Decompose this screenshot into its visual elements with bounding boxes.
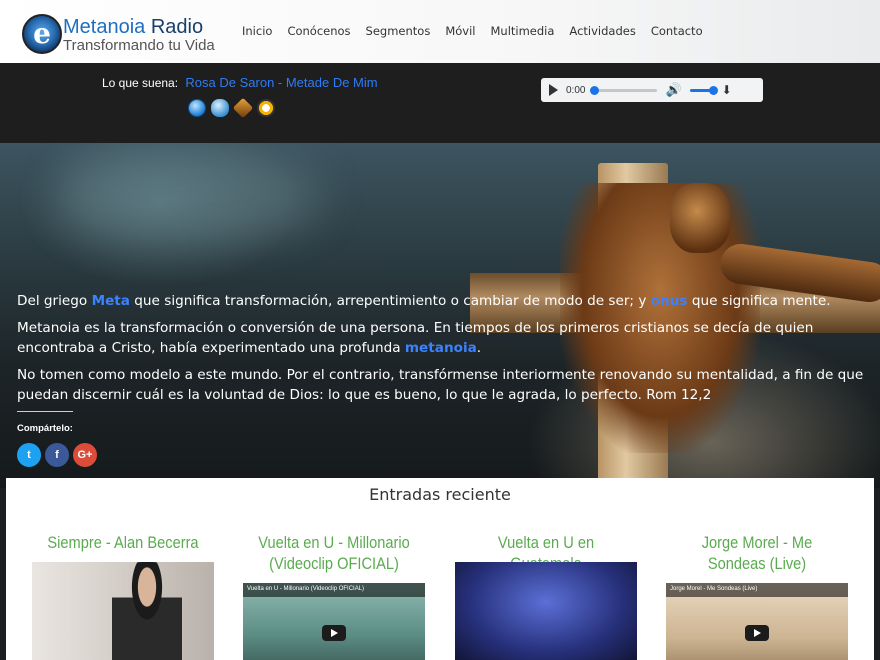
player-bar: Lo que suena: Rosa De Saron - Metade De … xyxy=(0,63,880,191)
brand-tagline: Transformando tu Vida xyxy=(63,37,215,54)
nav-segmentos[interactable]: Segmentos xyxy=(366,24,431,38)
nav-multimedia[interactable]: Multimedia xyxy=(490,24,554,38)
now-playing: Lo que suena: Rosa De Saron - Metade De … xyxy=(102,75,378,90)
itunes-icon[interactable] xyxy=(188,99,206,117)
nav-actividades[interactable]: Actividades xyxy=(569,24,635,38)
crucifix-head xyxy=(670,183,730,253)
metanoia-logo-icon[interactable]: e xyxy=(22,14,62,54)
brand-name-part2: Radio xyxy=(150,16,204,38)
entry-card[interactable]: Vuelta en U - Millonario (Videoclip OFIC… xyxy=(243,532,425,660)
entry-video-thumbnail[interactable]: Jorge Morel - Me Sondeas (Live) xyxy=(666,583,848,660)
volume-icon[interactable]: 🔊 xyxy=(665,82,681,98)
now-playing-label: Lo que suena: xyxy=(102,76,179,90)
entry-video-thumbnail[interactable]: Vuelta en U - Millonario (Videoclip OFIC… xyxy=(243,583,425,660)
hero-paragraph-1: Del griego Meta que significa transforma… xyxy=(17,291,867,311)
entry-card[interactable]: Jorge Morel - Me Sondeas (Live) Jorge Mo… xyxy=(666,532,848,660)
background-blur xyxy=(60,153,320,243)
recent-title: Entradas reciente xyxy=(369,485,511,504)
hero-paragraph-2: Metanoia es la transformación o conversi… xyxy=(17,318,867,358)
social-share: t f G+ xyxy=(17,443,97,467)
brand-name: Metanoia Radio xyxy=(63,16,215,38)
brand-name-part1: Metanoia xyxy=(63,16,146,38)
entry-thumbnail[interactable] xyxy=(455,562,637,660)
entry-thumbnail[interactable] xyxy=(32,562,214,660)
p2-text-b: . xyxy=(476,340,482,356)
hero-banner: Del griego Meta que significa transforma… xyxy=(0,143,880,488)
stream-icons xyxy=(188,97,275,119)
hero-text: Del griego Meta que significa transforma… xyxy=(17,291,867,412)
hero-paragraph-3: No tomen como modelo a este mundo. Por e… xyxy=(17,367,864,403)
nav-inicio[interactable]: Inicio xyxy=(242,24,272,38)
entry-card[interactable]: Vuelta en U en Guatemala xyxy=(455,532,637,660)
audio-time: 0:00 xyxy=(566,84,586,96)
p1-text-a: Del griego xyxy=(17,293,92,309)
audio-seek-bar[interactable] xyxy=(590,85,658,95)
video-title-bar: Vuelta en U - Millonario (Videoclip OFIC… xyxy=(243,583,425,597)
google-plus-icon[interactable]: G+ xyxy=(73,443,97,467)
logo-letter: e xyxy=(33,17,51,50)
twitter-icon[interactable]: t xyxy=(17,443,41,467)
main-nav: Inicio Conócenos Segmentos Móvil Multime… xyxy=(242,24,718,38)
volume-knob[interactable] xyxy=(708,85,718,95)
brand[interactable]: Metanoia Radio Transformando tu Vida xyxy=(63,16,215,53)
now-playing-song[interactable]: Rosa De Saron - Metade De Mim xyxy=(185,75,377,90)
chat-icon[interactable] xyxy=(211,99,229,117)
vlc-icon[interactable] xyxy=(257,99,275,117)
audio-play-icon[interactable] xyxy=(549,84,558,96)
recent-entries: Entradas reciente Siempre - Alan Becerra… xyxy=(6,478,874,660)
divider xyxy=(17,411,73,412)
highlight-metanoia: metanoia xyxy=(404,340,477,356)
nav-movil[interactable]: Móvil xyxy=(445,24,475,38)
entry-card[interactable]: Siempre - Alan Becerra xyxy=(32,532,214,660)
seek-knob[interactable] xyxy=(590,85,600,95)
p1-text-b: que significa transformación, arrepentim… xyxy=(129,293,651,309)
entry-title[interactable]: Vuelta en U - Millonario (Videoclip OFIC… xyxy=(256,532,413,574)
p1-text-c: que significa mente. xyxy=(687,293,831,309)
share-label: Compártelo: xyxy=(17,423,73,434)
highlight-meta: Meta xyxy=(91,293,130,309)
site-header: e Metanoia Radio Transformando tu Vida I… xyxy=(0,0,880,63)
nav-conocenos[interactable]: Conócenos xyxy=(287,24,350,38)
volume-slider[interactable] xyxy=(689,85,718,95)
download-icon[interactable]: ⬇ xyxy=(722,83,732,97)
winamp-icon[interactable] xyxy=(232,97,254,119)
highlight-onus: onus xyxy=(650,293,688,309)
video-play-icon[interactable] xyxy=(322,625,346,641)
audio-player: 0:00 🔊 ⬇ xyxy=(541,78,763,102)
video-title-bar: Jorge Morel - Me Sondeas (Live) xyxy=(666,583,848,597)
nav-contacto[interactable]: Contacto xyxy=(651,24,703,38)
entry-title[interactable]: Jorge Morel - Me Sondeas (Live) xyxy=(679,532,836,574)
video-play-icon[interactable] xyxy=(745,625,769,641)
artist-photo xyxy=(112,562,182,660)
facebook-icon[interactable]: f xyxy=(45,443,69,467)
